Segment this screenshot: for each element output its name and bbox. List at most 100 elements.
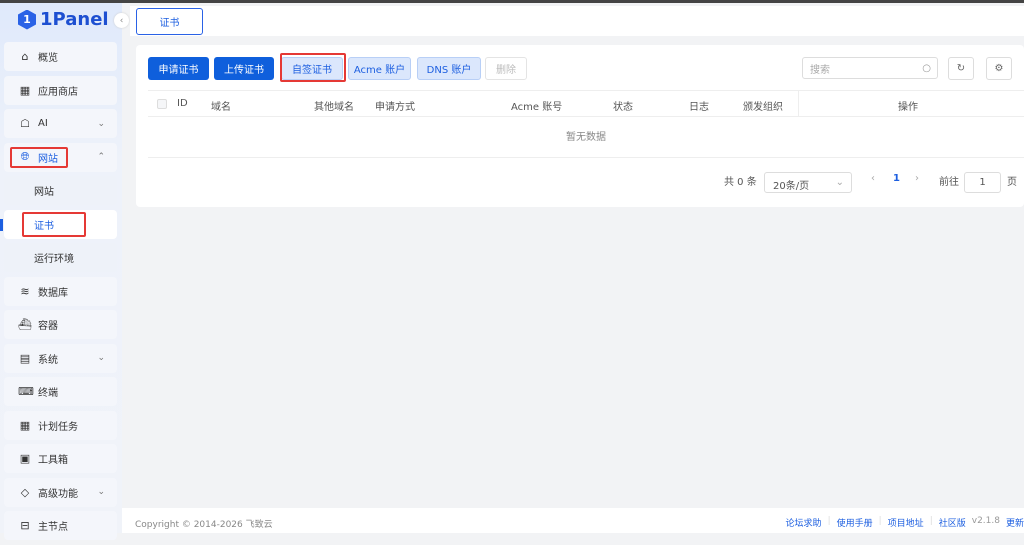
label: 应用商店 bbox=[38, 86, 78, 98]
forum-link[interactable]: 论坛求助 bbox=[786, 516, 822, 529]
sidebar-item-overview[interactable]: ⌂ 概览 bbox=[4, 42, 117, 71]
next-page-button[interactable]: › bbox=[915, 173, 919, 184]
refresh-icon: ↻ bbox=[956, 63, 966, 74]
terminal-icon: ⌨︎ bbox=[18, 385, 34, 398]
sidebar-subitem-certificate[interactable]: 证书 bbox=[0, 209, 117, 239]
highlight-box bbox=[280, 53, 346, 82]
column-divider bbox=[798, 91, 799, 116]
sidebar-subitem-runtime[interactable]: 运行环境 bbox=[4, 243, 117, 272]
gear-icon: ⚙ bbox=[994, 63, 1004, 74]
chevron-down-icon: ⌄ bbox=[97, 487, 105, 497]
goto-label: 前往 bbox=[939, 177, 959, 188]
grid-icon: ▦ bbox=[19, 83, 31, 97]
sidebar: 1 1Panel ⌂ 概览 ▦ 应用商店 ☖ AI ⌄ 🌐︎ 网站 ⌃ 网站 证书 运行环境 … bbox=[0, 3, 122, 540]
sidebar-item-app-store[interactable]: ▦ 应用商店 bbox=[4, 75, 117, 105]
search-input[interactable]: 搜索 ○ bbox=[802, 57, 938, 79]
column-domain: 域名 bbox=[211, 102, 231, 113]
delete-button[interactable]: 删除 bbox=[485, 57, 527, 80]
tab-certificate[interactable]: 证书 bbox=[136, 8, 203, 35]
sidebar-item-system[interactable]: ▤ 系统 ⌄ bbox=[4, 343, 117, 373]
upload-certificate-button[interactable]: 上传证书 bbox=[214, 57, 274, 80]
label: 系统 bbox=[38, 354, 58, 366]
layers-icon: ≋ bbox=[20, 284, 30, 298]
sidebar-item-advanced[interactable]: ◇ 高级功能 ⌄ bbox=[4, 477, 117, 507]
highlight-box bbox=[22, 211, 86, 237]
settings-button[interactable]: ⚙ bbox=[986, 57, 1012, 80]
chevron-down-icon: ⌄ bbox=[835, 177, 844, 188]
version: v2.1.8 bbox=[971, 516, 1000, 526]
empty-state: 暂无数据 bbox=[148, 118, 1024, 158]
highlight-box bbox=[10, 146, 68, 168]
page-1-button[interactable]: 1 bbox=[893, 173, 900, 184]
column-actions: 操作 bbox=[898, 102, 918, 113]
label: 运行环境 bbox=[34, 254, 74, 265]
label: 计划任务 bbox=[38, 421, 78, 433]
label: 高级功能 bbox=[38, 488, 78, 500]
footer: Copyright © 2014-2026 飞致云 论坛求助 | 使用手册 | 项目… bbox=[122, 508, 1024, 533]
sidebar-item-cron[interactable]: ▦ 计划任务 bbox=[4, 410, 117, 440]
label: 终端 bbox=[38, 388, 58, 399]
search-placeholder: 搜索 bbox=[810, 64, 830, 76]
search-icon: ○ bbox=[922, 62, 931, 74]
sidebar-menu: ⌂ 概览 ▦ 应用商店 ☖ AI ⌄ 🌐︎ 网站 ⌃ 网站 证书 运行环境 ≋ 数据库 ⛴︎ 容… bbox=[0, 42, 117, 545]
column-other-domains: 其他域名 bbox=[314, 102, 354, 113]
select-all-checkbox[interactable] bbox=[157, 99, 167, 109]
page-size-value: 20条/页 bbox=[773, 181, 810, 192]
label: 容器 bbox=[38, 321, 58, 332]
goto-page-input[interactable]: 1 bbox=[964, 172, 1001, 193]
refresh-button[interactable]: ↻ bbox=[948, 57, 974, 80]
page-suffix: 页 bbox=[1007, 177, 1017, 188]
sidebar-item-website[interactable]: 🌐︎ 网站 ⌃ bbox=[4, 142, 117, 172]
divider: | bbox=[878, 516, 882, 526]
prev-page-button[interactable]: ‹ bbox=[871, 173, 875, 184]
robot-icon: ☖ bbox=[20, 117, 30, 130]
sidebar-item-toolbox[interactable]: ▣ 工具箱 bbox=[4, 444, 117, 473]
chevron-down-icon: ⌄ bbox=[97, 353, 105, 363]
logo-text: 1Panel bbox=[40, 9, 109, 30]
window-top-bar bbox=[0, 0, 1024, 3]
calendar-icon: ▦ bbox=[19, 418, 31, 432]
edition-link[interactable]: 社区版 bbox=[939, 516, 966, 529]
sidebar-item-master-node[interactable]: ⊟ 主节点 bbox=[4, 511, 117, 540]
label: 概览 bbox=[38, 53, 58, 64]
total-count: 共 0 条 bbox=[724, 177, 757, 188]
active-indicator bbox=[0, 218, 3, 231]
sidebar-subitem-website[interactable]: 网站 bbox=[4, 176, 117, 205]
project-link[interactable]: 项目地址 bbox=[888, 516, 924, 529]
diamond-icon: ◇ bbox=[20, 485, 30, 499]
tab-bar: 证书 bbox=[130, 6, 1024, 36]
sidebar-item-ai[interactable]: ☖ AI ⌄ bbox=[4, 109, 117, 138]
table-header: ID 域名 其他域名 申请方式 Acme 账号 状态 日志 颁发组织 操作 bbox=[148, 90, 1024, 117]
column-log: 日志 bbox=[689, 102, 709, 113]
footer-links: 论坛求助 | 使用手册 | 项目地址 | 社区版 v2.1.8 更新 bbox=[786, 516, 1024, 529]
acme-account-button[interactable]: Acme 账户 bbox=[348, 57, 411, 80]
home-icon: ⌂ bbox=[21, 50, 29, 63]
toolbox-icon: ▣ bbox=[19, 452, 31, 465]
copyright: Copyright © 2014-2026 飞致云 bbox=[135, 520, 273, 530]
label: AI bbox=[38, 118, 48, 129]
column-apply-method: 申请方式 bbox=[375, 102, 415, 113]
manual-link[interactable]: 使用手册 bbox=[837, 516, 873, 529]
column-acme-account: Acme 账号 bbox=[511, 102, 563, 113]
chevron-down-icon: ⌄ bbox=[97, 118, 105, 129]
divider: | bbox=[929, 516, 933, 526]
divider: | bbox=[827, 516, 831, 526]
page-size-select[interactable]: 20条/页 ⌄ bbox=[764, 172, 852, 193]
sidebar-item-container[interactable]: ⛴︎ 容器 bbox=[4, 310, 117, 339]
sidebar-item-database[interactable]: ≋ 数据库 bbox=[4, 276, 117, 306]
server-icon: ▤ bbox=[19, 351, 31, 365]
docker-icon: ⛴︎ bbox=[18, 318, 32, 331]
column-issuer: 颁发组织 bbox=[743, 102, 783, 113]
sidebar-item-terminal[interactable]: ⌨︎ 终端 bbox=[4, 377, 117, 406]
node-icon: ⊟ bbox=[20, 519, 30, 532]
label: 网站 bbox=[34, 187, 54, 198]
chevron-up-icon: ⌃ bbox=[97, 152, 105, 162]
dns-account-button[interactable]: DNS 账户 bbox=[417, 57, 481, 80]
apply-certificate-button[interactable]: 申请证书 bbox=[148, 57, 209, 80]
collapse-sidebar-button[interactable]: ‹ bbox=[114, 13, 129, 28]
update-link[interactable]: 更新 bbox=[1006, 516, 1024, 529]
logo: 1 1Panel bbox=[18, 9, 109, 30]
label: 工具箱 bbox=[38, 455, 68, 466]
column-id: ID bbox=[177, 98, 188, 109]
column-status: 状态 bbox=[613, 102, 633, 113]
